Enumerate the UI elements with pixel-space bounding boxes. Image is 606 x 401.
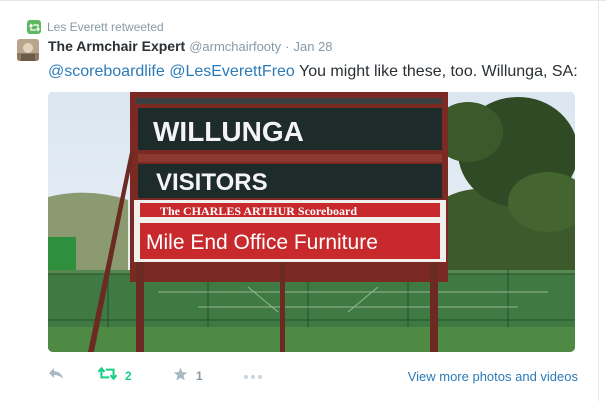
divider	[0, 0, 606, 1]
author-username[interactable]: @armchairfooty	[189, 39, 281, 54]
author-name[interactable]: The Armchair Expert	[48, 38, 185, 54]
more-icon	[243, 367, 263, 385]
retweet-count: 2	[125, 369, 132, 383]
retweet-context-label[interactable]: Les Everett retweeted	[47, 20, 164, 34]
retweet-icon	[27, 20, 41, 34]
board-line-2: VISITORS	[156, 169, 268, 196]
retweet-button[interactable]: 2	[97, 366, 173, 385]
favorite-button[interactable]: 1	[173, 367, 243, 386]
reply-button[interactable]	[48, 367, 98, 385]
retweet-context: Les Everett retweeted	[27, 19, 164, 35]
mention-link[interactable]: @LesEverettFreo	[169, 63, 295, 80]
mention-link[interactable]: @scoreboardlife	[48, 63, 165, 80]
tweet-photo[interactable]: WILLUNGA VISITORS The CHARLES ARTHUR Sco…	[48, 92, 575, 352]
tweet-actions: 2 1 View more photos and videos	[48, 364, 578, 388]
board-line-1: WILLUNGA	[153, 116, 304, 147]
scoreboard-photo: WILLUNGA VISITORS The CHARLES ARTHUR Sco…	[48, 92, 575, 352]
favorite-count: 1	[196, 369, 203, 383]
board-line-4: Mile End Office Furniture	[146, 231, 378, 254]
divider	[598, 0, 599, 401]
board-line-3: The CHARLES ARTHUR Scoreboard	[160, 204, 357, 218]
tweet-body: You might like these, too. Willunga, SA:	[294, 63, 578, 80]
tweet-header: The Armchair Expert @armchairfooty · Jan…	[48, 38, 333, 56]
separator: ·	[285, 39, 290, 54]
tweet-text: @scoreboardlife @LesEverettFreo You migh…	[48, 62, 588, 82]
avatar[interactable]	[17, 39, 39, 61]
tweet-timestamp[interactable]: Jan 28	[294, 39, 333, 54]
more-button[interactable]	[243, 367, 263, 385]
reply-icon	[48, 367, 64, 385]
star-icon	[173, 367, 188, 386]
view-more-link[interactable]: View more photos and videos	[408, 369, 578, 384]
retweet-icon	[97, 366, 118, 385]
